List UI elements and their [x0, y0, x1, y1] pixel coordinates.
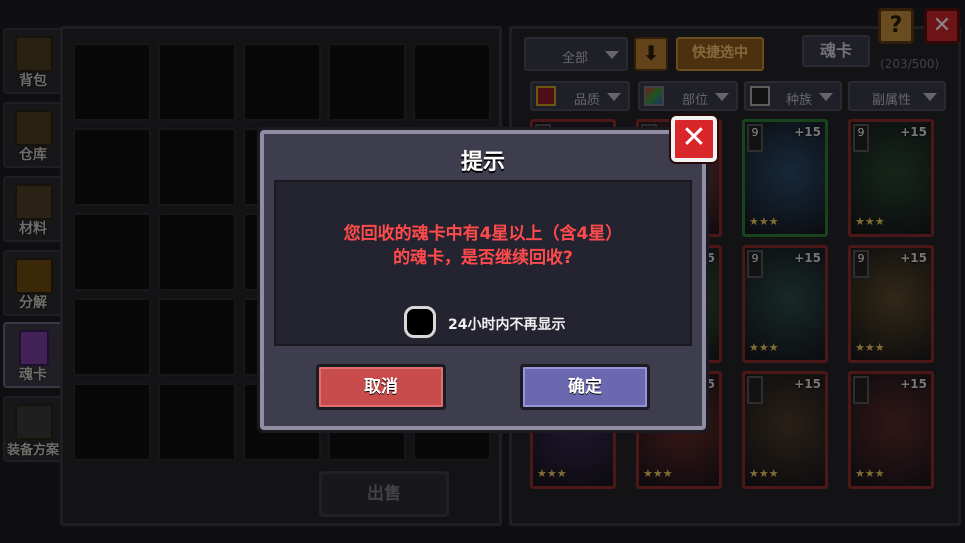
dialog-close-button[interactable]: ✕: [671, 116, 717, 162]
dialog-title: 提示: [460, 150, 505, 175]
dont-show-checkbox[interactable]: [404, 306, 436, 338]
dialog-message-line1: 您回收的魂卡中有4星以上（含4星）: [343, 224, 623, 244]
close-icon: ✕: [681, 120, 707, 155]
dialog-body: 您回收的魂卡中有4星以上（含4星） 的魂卡，是否继续回收? 24小时内不再显示: [274, 180, 692, 346]
cancel-button[interactable]: 取消: [316, 364, 446, 410]
dialog-message-line2: 的魂卡，是否继续回收?: [393, 248, 573, 268]
confirm-button[interactable]: 确定: [520, 364, 650, 410]
confirm-dialog: 提示 您回收的魂卡中有4星以上（含4星） 的魂卡，是否继续回收? 24小时内不再…: [260, 130, 706, 430]
dont-show-label: 24小时内不再显示: [448, 317, 566, 333]
dialog-message: 您回收的魂卡中有4星以上（含4星） 的魂卡，是否继续回收?: [276, 222, 690, 270]
